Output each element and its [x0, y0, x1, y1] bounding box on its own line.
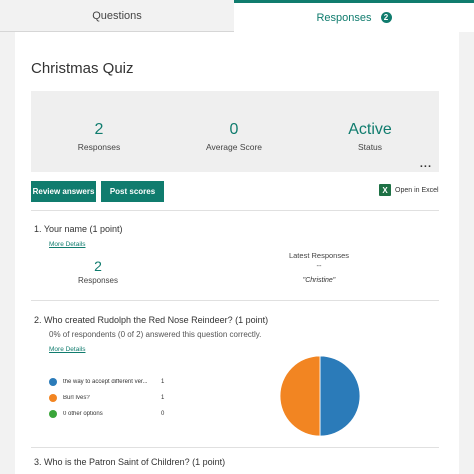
legend-label: the way to accept different ver... [63, 379, 148, 385]
responses-panel: Christmas Quiz 2 Responses 0 Average Sco… [15, 32, 459, 474]
tab-responses[interactable]: Responses 2 [234, 0, 474, 32]
legend-dot-icon [49, 378, 57, 386]
question-2-title: 2. Who created Rudolph the Red Nose Rein… [34, 315, 269, 325]
question-2-more-details-link[interactable]: More Details [49, 346, 85, 353]
latest-responses: Latest Responses -- "Christine" [274, 251, 364, 284]
question-1-count-label: Responses [77, 276, 119, 285]
legend-item: Burl Ives? 1 [49, 390, 189, 406]
excel-icon: X [379, 184, 391, 196]
question-1-count-value: 2 [94, 258, 102, 274]
stat-average-score-label: Average Score [205, 142, 263, 152]
question-3-title: 3. Who is the Patron Saint of Children? … [34, 457, 226, 467]
question-1-response-count: 2 Responses [68, 258, 128, 285]
summary-box: 2 Responses 0 Average Score Active Statu… [31, 91, 439, 172]
stat-responses-label: Responses [77, 142, 121, 152]
question-2-correct-rate: 0% of respondents (0 of 2) answered this… [49, 330, 262, 339]
latest-responses-label: Latest Responses [288, 251, 350, 260]
responses-count-badge: 2 [380, 12, 392, 23]
stat-average-score-value: 0 [229, 121, 239, 138]
legend-count: 0 [161, 411, 165, 417]
pie-slice-1 [279, 355, 321, 437]
legend-item: 0 other options 0 [49, 406, 189, 422]
legend-label: Burl Ives? [63, 395, 90, 401]
question-1-more-details-link[interactable]: More Details [49, 241, 85, 248]
legend-dot-icon [49, 394, 57, 402]
question-2-pie-chart [279, 355, 361, 437]
legend-count: 1 [161, 395, 165, 401]
stat-status-label: Status [357, 142, 383, 152]
stat-average-score: 0 Average Score [174, 121, 294, 152]
quiz-title: Christmas Quiz [31, 60, 134, 77]
legend-dot-icon [49, 410, 57, 418]
tab-questions[interactable]: Questions [0, 0, 234, 32]
stat-status-value: Active [348, 121, 392, 138]
latest-response-value: "Christine" [302, 277, 336, 284]
stat-responses-value: 2 [94, 121, 104, 138]
divider [31, 447, 439, 448]
review-answers-button[interactable]: Review answers [31, 181, 96, 202]
legend-count: 1 [161, 379, 165, 385]
open-in-excel-link[interactable]: X Open in Excel [379, 184, 439, 196]
stat-responses: 2 Responses [39, 121, 159, 152]
question-1-title: 1. Your name (1 point) [34, 224, 123, 234]
legend-label: 0 other options [63, 411, 103, 417]
tab-responses-label: Responses [316, 11, 372, 24]
legend-item: the way to accept different ver... 1 [49, 374, 189, 390]
more-options-icon[interactable]: ... [420, 158, 432, 170]
tab-bar: Questions Responses 2 [0, 0, 474, 32]
divider [31, 300, 439, 301]
pie-slice-0 [319, 355, 361, 437]
tab-questions-label: Questions [92, 9, 142, 22]
post-scores-button[interactable]: Post scores [101, 181, 164, 202]
stat-status: Active Status [310, 121, 430, 152]
question-2-legend: the way to accept different ver... 1 Bur… [49, 374, 189, 422]
open-in-excel-label: Open in Excel [395, 186, 439, 194]
latest-responses-dash: -- [316, 261, 322, 270]
divider [31, 210, 439, 211]
